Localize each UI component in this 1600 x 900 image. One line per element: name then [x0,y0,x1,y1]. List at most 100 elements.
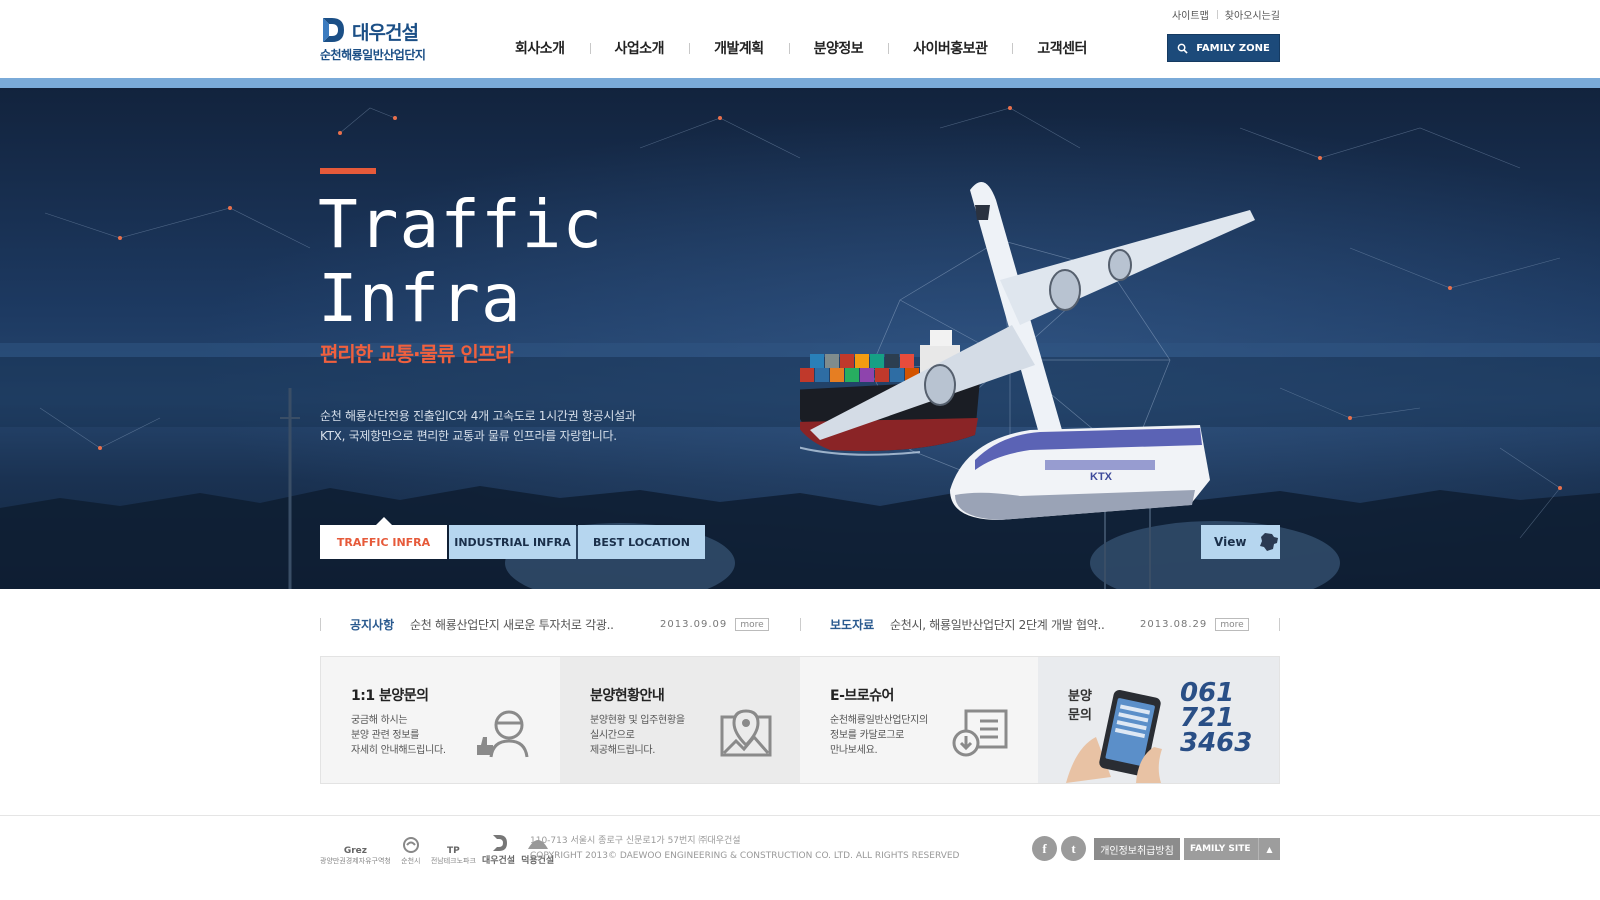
notice-row: 공지사항 순천 해룡산업단지 새로운 투자처로 각광.. 2013.09.09 … [320,612,800,636]
site-header: 대우건설 순천해룡일반산업단지 회사소개 사업소개 개발계획 분양정보 사이버홍… [0,0,1600,78]
quick-links: 1:1 분양문의 궁금해 하시는 분양 관련 정보를 자세히 안내해드립니다. … [320,656,1280,784]
notice-date: 2013.09.09 [660,618,728,630]
nav-item-development[interactable]: 개발계획 [689,38,789,60]
sales-status-desc: 분양현황 및 입주현황을 실시간으로 제공해드립니다. [590,713,685,758]
jeonnam-tp-logo-text: TP [447,846,460,856]
nav-item-business[interactable]: 사업소개 [589,38,690,60]
inquiry-desc-line2: 분양 관련 정보를 [351,730,420,741]
phone-number[interactable]: 061 721 3463 [1180,680,1253,758]
ebrochure-desc: 순천해룡일반산업단지의 정보를 카달로그로 만나보세요. [830,713,928,758]
directions-link[interactable]: 찾아오시는길 [1216,7,1280,22]
phone-inquiry-box[interactable]: 분양 문의 061 721 3463 [1038,657,1279,783]
twitter-icon[interactable]: t [1061,836,1086,861]
nav-item-cyber-pr[interactable]: 사이버홍보관 [888,38,1012,60]
jeonnam-tp-logo[interactable]: TP 전남테크노파크 [431,846,476,866]
phone-inquiry-label-line2: 문의 [1068,708,1092,723]
sales-status-line3: 제공해드립니다. [590,745,656,756]
daewoo-footer-logo[interactable]: 대우건설 [482,833,515,866]
ktx-label: KTX [1090,471,1113,483]
tab-best-location[interactable]: BEST LOCATION [578,525,705,559]
counselor-icon [477,710,529,758]
sales-status-line1: 분양현황 및 입주현황을 [590,715,685,726]
main-nav: 회사소개 사업소개 개발계획 분양정보 사이버홍보관 고객센터 [490,38,1112,60]
hero-desc-line2: KTX, 국제항만으로 편리한 교통과 물류 인프라를 자랑합니다. [320,429,617,443]
phone-inquiry-label-line1: 분양 [1068,689,1092,704]
press-row: 보도자료 순천시, 해룡일반산업단지 2단계 개발 협약.. 2013.08.2… [800,612,1280,636]
press-more-button[interactable]: more [1215,618,1249,631]
sales-status-title: 분양현황안내 [590,688,665,704]
site-logo[interactable]: 대우건설 순천해룡일반산업단지 [320,16,440,64]
notice-title[interactable]: 순천 해룡산업단지 새로운 투자처로 각광.. [410,616,614,633]
footer-info: 110-713 서울시 종로구 신문로1가 57번지 ㈜대우건설 COPYRIG… [530,834,959,864]
family-site-select[interactable]: FAMILY SITE ▲ [1184,838,1280,860]
daewoo-mark-icon [492,835,507,851]
hero-title: Traffic Infra [318,188,603,336]
chevron-up-icon[interactable]: ▲ [1258,838,1280,860]
suncheon-logo-caption: 순천시 [401,857,421,865]
ebrochure-title: E-브로슈어 [830,688,894,704]
social-links: f t [1032,836,1086,861]
ktx-train-icon: KTX [950,425,1210,520]
transport-illustration: KTX [800,182,1255,520]
map-pin-icon [720,709,772,757]
news-divider [1279,618,1280,631]
hero-banner: Traffic Infra 편리한 교통·물류 인프라 순천 해룡산단전용 진출… [0,88,1600,589]
utility-links: 사이트맵 찾아오시는길 [1164,7,1280,22]
press-label: 보도자료 [830,617,875,632]
sales-status-box[interactable]: 분양현황안내 분양현황 및 입주현황을 실시간으로 제공해드립니다. [560,657,800,783]
nav-item-customer-center[interactable]: 고객센터 [1012,38,1112,60]
family-zone-label: FAMILY ZONE [1196,42,1270,54]
tab-traffic-infra[interactable]: TRAFFIC INFRA [320,517,447,559]
press-date: 2013.08.29 [1140,618,1208,630]
brand-name: 대우건설 [352,22,419,44]
ebrochure-line3: 만나보세요. [830,745,878,756]
view-label: View [1214,535,1247,549]
family-site-label: FAMILY SITE [1190,844,1251,854]
family-zone-button[interactable]: FAMILY ZONE [1167,34,1280,62]
ebrochure-box[interactable]: E-브로슈어 순천해룡일반산업단지의 정보를 카달로그로 만나보세요. [800,657,1038,783]
footer-partner-logos: Grez 광양만권경제자유구역청 순천시 TP 전남테크노파크 대우건설 덕용건… [320,833,554,866]
header-accent-bar [0,78,1600,88]
inquiry-desc: 궁금해 하시는 분양 관련 정보를 자세히 안내해드립니다. [351,713,446,758]
hero-title-line2: Infra [318,260,522,337]
inquiry-desc-line1: 궁금해 하시는 [351,715,408,726]
footer-address: 110-713 서울시 종로구 신문로1가 57번지 ㈜대우건설 [530,836,741,846]
suncheon-city-logo[interactable]: 순천시 [397,836,425,866]
grez-logo-text: Grez [343,846,367,856]
sales-status-line2: 실시간으로 [590,730,635,741]
phone-number-line3: 3463 [1180,728,1253,758]
inquiry-desc-line3: 자세히 안내해드립니다. [351,745,446,756]
nav-item-company[interactable]: 회사소개 [490,38,590,60]
footer-copyright: COPYRIGHT 2013© DAEWOO ENGINEERING & CON… [530,851,960,861]
hero-subtitle: 편리한 교통·물류 인프라 [320,342,514,366]
daewoo-footer-logo-text: 대우건설 [481,856,516,866]
inquiry-box[interactable]: 1:1 분양문의 궁금해 하시는 분양 관련 정보를 자세히 안내해드립니다. [321,657,560,783]
ebrochure-line2: 정보를 카달로그로 [830,730,905,741]
search-icon [1177,43,1188,54]
notice-more-button[interactable]: more [735,618,769,631]
view-button[interactable]: View [1201,525,1280,559]
hero-title-line1: Traffic [318,186,604,263]
suncheon-emblem-icon [402,837,419,853]
phone-inquiry-label: 분양 문의 [1068,687,1092,725]
map-region-icon [1260,533,1279,551]
brochure-icon [952,709,1008,757]
airplane-icon [810,182,1255,440]
hero-accent-line [320,168,376,174]
sitemap-link[interactable]: 사이트맵 [1164,7,1217,22]
footer-divider [0,815,1600,816]
privacy-policy-button[interactable]: 개인정보취급방침 [1094,838,1180,860]
tab-industrial-infra[interactable]: INDUSTRIAL INFRA [449,525,576,559]
hero-desc-line1: 순천 해룡산단전용 진출입IC와 4개 고속도로 1시간권 항공시설과 [320,409,636,423]
brand-subtitle: 순천해룡일반산업단지 [320,48,426,62]
press-title[interactable]: 순천시, 해룡일반산업단지 2단계 개발 협약.. [890,616,1105,633]
daewoo-logo-icon [323,18,344,42]
hero-tabs: TRAFFIC INFRA INDUSTRIAL INFRA BEST LOCA… [320,517,705,559]
facebook-icon[interactable]: f [1032,836,1057,861]
jeonnam-tp-logo-caption: 전남테크노파크 [430,857,476,865]
news-bar: 공지사항 순천 해룡산업단지 새로운 투자처로 각광.. 2013.09.09 … [320,612,1280,640]
hero-description: 순천 해룡산단전용 진출입IC와 4개 고속도로 1시간권 항공시설과 KTX,… [320,406,636,446]
grez-logo[interactable]: Grez 광양만권경제자유구역청 [320,846,391,866]
ebrochure-line1: 순천해룡일반산업단지의 [830,715,928,726]
nav-item-sales-info[interactable]: 분양정보 [788,38,889,60]
